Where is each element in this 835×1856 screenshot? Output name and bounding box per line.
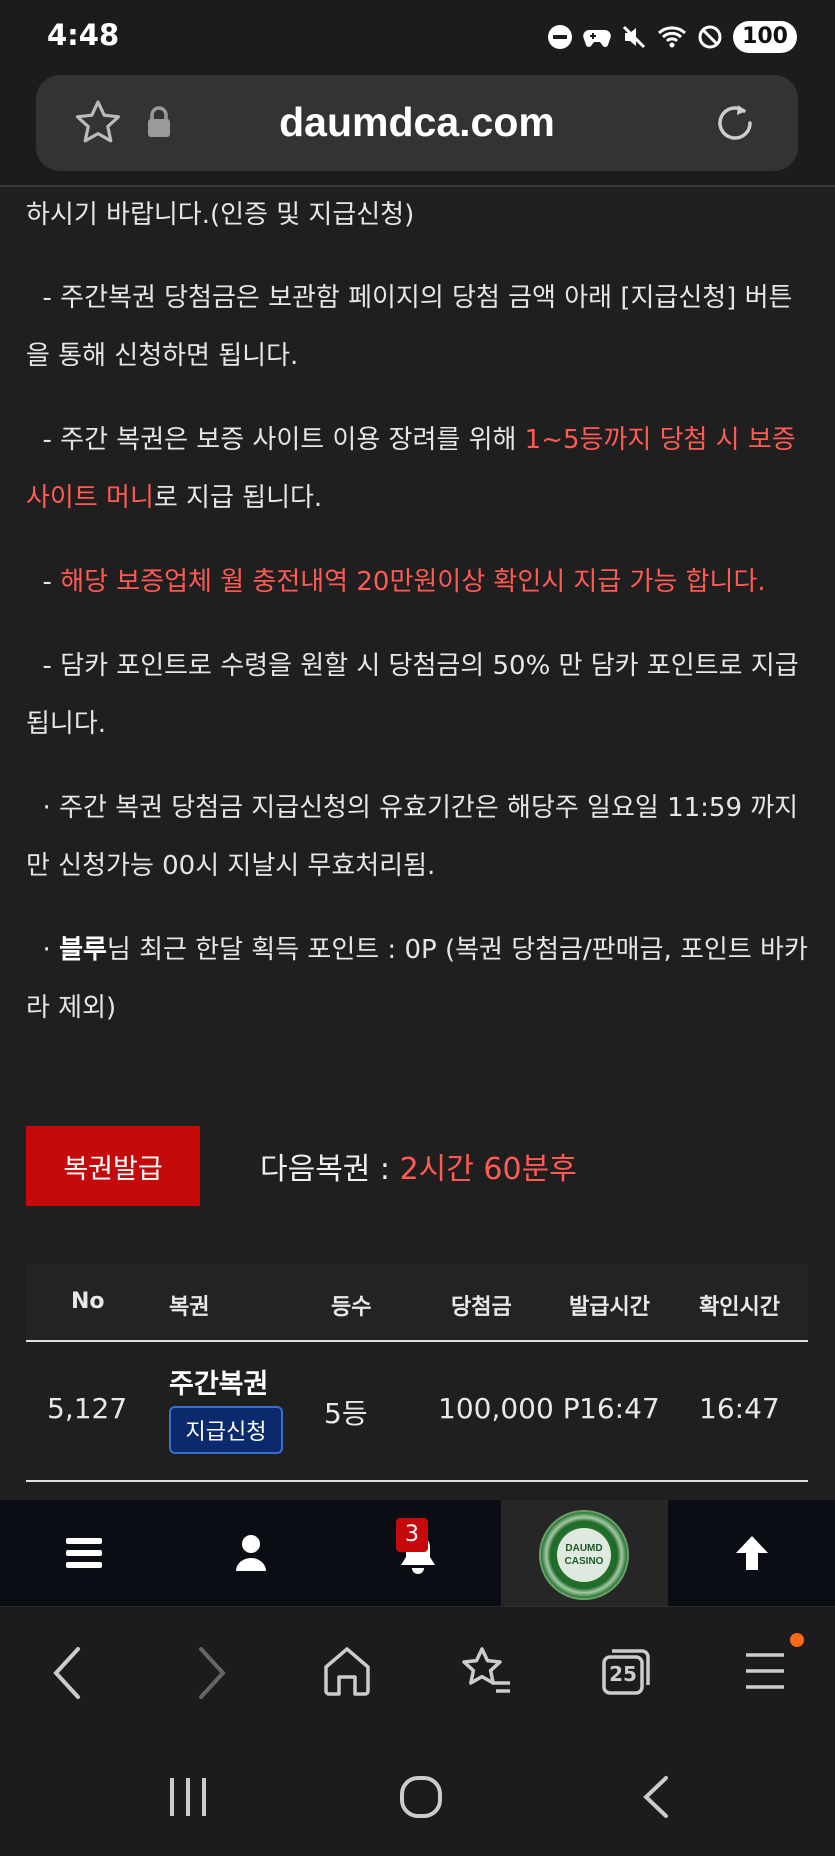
- header-checked: 확인시간: [699, 1295, 780, 1320]
- row-prize: 100,000 P: [438, 1392, 580, 1425]
- scroll-top-button[interactable]: [668, 1500, 835, 1606]
- status-time: 4:48: [47, 18, 120, 52]
- mute-icon: [623, 25, 646, 49]
- casino-logo-inner: DAUMD CASINO: [557, 1528, 611, 1582]
- header-issued: 발급시간: [569, 1295, 650, 1320]
- reload-icon[interactable]: [710, 97, 760, 149]
- info-paragraph-user-points: · 블루님 최근 한달 획득 포인트 : 0P (복권 당첨금/판매금, 포인트…: [26, 921, 816, 1037]
- header-no: No: [71, 1289, 105, 1314]
- user-points-prefix: ·: [26, 935, 60, 965]
- issue-lottery-button[interactable]: 복권발급: [26, 1126, 200, 1206]
- payout-text-after: 로 지급 됩니다.: [153, 483, 323, 513]
- header-ticket: 복권: [169, 1295, 210, 1320]
- gamepad-icon: [583, 30, 611, 47]
- lottery-table: No 복권 등수 당첨금 발급시간 확인시간 5,127 주간복권 지급신청 5…: [26, 1264, 808, 1482]
- condition-prefix: -: [26, 567, 61, 597]
- info-paragraph-validity: · 주간 복권 당첨금 지급신청의 유효기간은 해당주 일요일 11:59 까지…: [26, 793, 799, 881]
- logo-text-daumd: DAUMD: [565, 1543, 603, 1554]
- blocked-icon: [698, 25, 722, 49]
- arrow-up-icon: [735, 1536, 768, 1570]
- user-name: 블루: [59, 935, 107, 965]
- user-icon: [235, 1535, 266, 1571]
- row-rank: 5등: [324, 1397, 368, 1430]
- next-lottery-label: 다음복권 : 2시간 60분후: [260, 1144, 577, 1188]
- browser-toolbar: 25: [0, 1606, 835, 1739]
- wifi-icon: [658, 26, 687, 48]
- table-row: 5,127 주간복권 지급신청 5등 100,000 P 16:47 16:47: [26, 1342, 808, 1482]
- info-paragraph-points: - 담카 포인트로 수령을 원할 시 당첨금의 50% 만 담카 포인트로 지급…: [26, 651, 807, 739]
- recent-apps-icon[interactable]: [166, 1774, 210, 1820]
- forward-icon[interactable]: [195, 1645, 229, 1701]
- menu-button[interactable]: [0, 1500, 167, 1606]
- home-circle-icon[interactable]: [398, 1774, 444, 1820]
- lottery-info-content: 하시기 바랍니다.(인증 및 지급신청) - 주간복권 당첨금은 보관함 페이지…: [26, 186, 816, 1063]
- menu-notification-dot: [790, 1633, 804, 1647]
- browser-address-bar: daumdca.com: [0, 72, 835, 187]
- info-paragraph-payout: - 주간 복권은 보증 사이트 이용 장려를 위해 1~5등까지 당첨 시 보증…: [26, 411, 816, 527]
- next-lottery-time: 2시간 60분후: [399, 1152, 577, 1187]
- url-text[interactable]: daumdca.com: [36, 99, 798, 146]
- row-no: 5,127: [47, 1392, 128, 1425]
- site-bottom-nav: 3 DAUMD CASINO: [0, 1500, 835, 1606]
- condition-highlight: 해당 보증업체 월 충전내역 20만원이상 확인시 지급 가능 합니다.: [60, 567, 766, 597]
- row-issued-time: 16:47: [579, 1392, 660, 1425]
- row-ticket-name: 주간복권: [169, 1369, 269, 1400]
- info-paragraph-claim: - 주간복권 당첨금은 보관함 페이지의 당첨 금액 아래 [지급신청] 버튼을…: [26, 283, 793, 371]
- user-points-text: 님 최근 한달 획득 포인트 : 0P (복권 당첨금/판매금, 포인트 바카라…: [26, 935, 808, 1023]
- claim-payout-button[interactable]: 지급신청: [169, 1406, 283, 1454]
- payout-text-before: - 주간 복권은 보증 사이트 이용 장려를 위해: [26, 425, 525, 455]
- info-paragraph-condition: - 해당 보증업체 월 충전내역 20만원이상 확인시 지급 가능 합니다.: [26, 553, 816, 611]
- notification-badge: 3: [396, 1518, 428, 1552]
- casino-logo-button[interactable]: DAUMD CASINO: [501, 1500, 668, 1606]
- url-box[interactable]: daumdca.com: [36, 75, 798, 171]
- system-navigation: [0, 1738, 835, 1856]
- do-not-disturb-icon: [548, 25, 573, 49]
- logo-text-casino: CASINO: [564, 1556, 604, 1567]
- hamburger-menu-icon: [65, 1538, 102, 1568]
- system-back-icon[interactable]: [640, 1774, 672, 1820]
- tabs-button[interactable]: 25: [600, 1645, 654, 1697]
- next-lottery-caption: 다음복권 :: [260, 1152, 400, 1187]
- account-button[interactable]: [167, 1500, 334, 1606]
- back-icon[interactable]: [50, 1645, 84, 1701]
- table-header: No 복권 등수 당첨금 발급시간 확인시간: [26, 1264, 808, 1342]
- intro-line: 하시기 바랍니다.(인증 및 지급신청): [26, 200, 415, 230]
- browser-menu-icon[interactable]: [742, 1645, 788, 1697]
- status-icons: 100: [547, 20, 797, 54]
- header-prize: 당첨금: [451, 1295, 512, 1320]
- issue-row: 복권발급 다음복권 : 2시간 60분후: [26, 1126, 816, 1206]
- row-checked-time: 16:47: [699, 1392, 780, 1425]
- notifications-button[interactable]: [334, 1500, 501, 1606]
- home-icon[interactable]: [322, 1645, 372, 1697]
- status-bar: 4:48 100: [0, 0, 835, 72]
- casino-logo: DAUMD CASINO: [539, 1510, 629, 1600]
- header-rank: 등수: [331, 1295, 372, 1320]
- tabs-count: 25: [609, 1662, 637, 1686]
- bookmarks-icon[interactable]: [458, 1645, 514, 1697]
- battery-indicator: 100: [733, 21, 797, 53]
